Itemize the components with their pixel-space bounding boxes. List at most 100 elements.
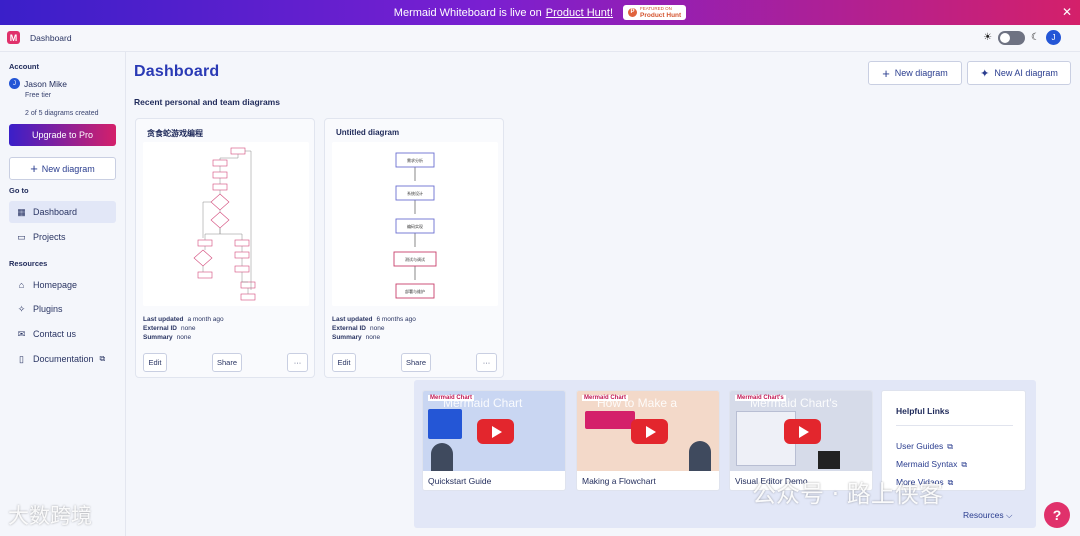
theme-switcher: ☀ ☾ J xyxy=(983,30,1061,45)
video-label: Quickstart Guide xyxy=(428,476,492,486)
sidebar-item-documentation[interactable]: ▯ Documentation ⧉ xyxy=(9,348,116,370)
usage-count: 2 of 5 diagrams created xyxy=(25,110,99,117)
help-button[interactable]: ? xyxy=(1044,502,1070,528)
play-button-icon[interactable] xyxy=(784,419,821,444)
meta-label: External ID xyxy=(332,325,366,332)
sidebar-item-homepage[interactable]: ⌂ Homepage xyxy=(9,274,116,296)
title-tag xyxy=(585,411,635,429)
link-label: Mermaid Syntax xyxy=(896,459,958,469)
edit-button[interactable]: Edit xyxy=(332,353,356,372)
last-updated-value: 6 months ago xyxy=(376,316,416,323)
user-avatar: J xyxy=(9,78,20,89)
sun-icon: ☀ xyxy=(983,32,993,43)
sidebar-item-contact[interactable]: ✉ Contact us xyxy=(9,323,116,345)
banner-text: Mermaid Whiteboard is live on xyxy=(393,6,542,19)
sparkle-icon: ✦ xyxy=(980,67,990,80)
close-icon[interactable]: ✕ xyxy=(1062,5,1072,19)
meta-label: Last updated xyxy=(332,316,373,323)
play-button-icon[interactable] xyxy=(477,419,514,444)
sidebar-item-plugins[interactable]: ✧ Plugins xyxy=(9,298,116,320)
top-bar: M Dashboard ☀ ☾ J xyxy=(0,25,1080,52)
resources-heading: Resources xyxy=(9,259,48,268)
video-overlay-title: How to Make a xyxy=(597,396,678,410)
plugin-icon: ✧ xyxy=(17,303,26,314)
summary-value: none xyxy=(176,334,192,341)
page-title: Dashboard xyxy=(134,63,220,80)
book-icon: ▯ xyxy=(19,353,24,364)
video-thumbnail: Mermaid Chart How to Make a xyxy=(577,391,719,471)
user-tier: Free tier xyxy=(25,92,52,99)
goto-heading: Go to xyxy=(9,186,29,195)
mail-icon: ✉ xyxy=(17,328,26,339)
link-label: User Guides xyxy=(896,441,944,451)
diagram-title: Untitled diagram xyxy=(336,128,400,137)
video-thumbnail: Mermaid Chart Mermaid Chart xyxy=(423,391,565,471)
flow-node-text: 系统设计 xyxy=(407,190,423,196)
theme-toggle[interactable] xyxy=(998,30,1026,45)
color-palette xyxy=(818,451,840,469)
diagram-card[interactable]: 贪食蛇游戏编程 Last updated a month ago Externa… xyxy=(135,118,315,378)
meta-label: Summary xyxy=(332,334,362,341)
flowchart-preview xyxy=(193,147,256,301)
avatar[interactable]: J xyxy=(1046,30,1061,45)
promo-banner: Mermaid Whiteboard is live on Product Hu… xyxy=(0,0,1080,25)
edit-button[interactable]: Edit xyxy=(143,353,167,372)
sidebar-item-label: Homepage xyxy=(33,280,78,290)
mermaid-syntax-link[interactable]: Mermaid Syntax ⧉ xyxy=(896,459,967,470)
diagram-card[interactable]: Untitled diagram 需求分析 系统设计 编码实现 测试与调试 部署… xyxy=(324,118,504,378)
presenter-image xyxy=(689,441,711,471)
video-overlay-title: Mermaid Chart xyxy=(443,396,523,410)
flow-node-text: 编码实现 xyxy=(407,223,423,229)
video-thumbnail: Mermaid Chart's Mermaid Chart's xyxy=(730,391,872,471)
watermark-text: 公众号 · 路上侠客 xyxy=(752,480,943,508)
share-button[interactable]: Share xyxy=(212,353,242,372)
video-card-quickstart[interactable]: Mermaid Chart Mermaid Chart Quickstart G… xyxy=(422,390,566,491)
more-options-button[interactable]: ··· xyxy=(287,353,308,372)
mermaid-logo-icon[interactable]: M xyxy=(7,31,20,44)
flow-node-text: 测试与调试 xyxy=(405,256,425,262)
meta-label: Summary xyxy=(143,334,173,341)
video-label: Making a Flowchart xyxy=(582,476,656,486)
sidebar-item-label: Contact us xyxy=(33,329,77,339)
upgrade-button[interactable]: Upgrade to Pro xyxy=(9,124,116,146)
diagram-thumbnail[interactable]: 需求分析 系统设计 编码实现 测试与调试 部署与维护 xyxy=(332,142,498,306)
external-link-icon: ⧉ xyxy=(947,478,954,487)
dashboard-icon: ▦ xyxy=(17,206,26,217)
video-overlay-title: Mermaid Chart's xyxy=(750,396,838,410)
video-card-flowchart[interactable]: Mermaid Chart How to Make a Making a Flo… xyxy=(576,390,720,491)
more-options-button[interactable]: ··· xyxy=(476,353,497,372)
quickstart-tag xyxy=(428,409,462,439)
product-hunt-link[interactable]: Product Hunt! xyxy=(546,7,613,19)
new-ai-diagram-button[interactable]: ✦ New AI diagram xyxy=(967,61,1071,85)
divider xyxy=(896,425,1013,426)
presenter-image xyxy=(431,443,453,471)
summary-value: none xyxy=(365,334,381,341)
diagram-title: 贪食蛇游戏编程 xyxy=(147,129,203,138)
sidebar-item-dashboard[interactable]: ▦ Dashboard xyxy=(9,201,116,223)
user-guides-link[interactable]: User Guides ⧉ xyxy=(896,441,953,452)
meta-label: Last updated xyxy=(143,316,184,323)
diagram-thumbnail[interactable] xyxy=(143,142,309,306)
sidebar-item-projects[interactable]: ▭ Projects xyxy=(9,226,116,248)
product-hunt-badge[interactable]: P FEATURED ON Product Hunt xyxy=(623,5,687,20)
flow-node-text: 需求分析 xyxy=(407,157,423,163)
home-icon: ⌂ xyxy=(18,280,25,290)
external-link-icon: ⧉ xyxy=(99,354,106,363)
user-name: Jason Mike xyxy=(24,78,67,89)
external-link-icon: ⧉ xyxy=(961,460,968,469)
external-link-icon: ⧉ xyxy=(947,442,953,451)
helpful-links-title: Helpful Links xyxy=(896,406,950,416)
new-diagram-label: New diagram xyxy=(894,68,948,78)
flow-node-text: 部署与维护 xyxy=(405,288,425,294)
resources-link[interactable]: Resources ⌵ xyxy=(963,510,1012,521)
share-button[interactable]: Share xyxy=(401,353,431,372)
sidebar-item-label: Documentation xyxy=(33,354,94,364)
sidebar-new-diagram-button[interactable]: + New diagram xyxy=(9,157,116,180)
play-button-icon[interactable] xyxy=(631,419,668,444)
plus-icon: + xyxy=(882,65,890,81)
sidebar-item-label: Projects xyxy=(33,232,66,242)
plus-icon: + xyxy=(30,161,38,176)
account-heading: Account xyxy=(9,62,39,71)
watermark-text: 大数跨境 xyxy=(8,504,92,528)
new-diagram-button[interactable]: + New diagram xyxy=(868,61,962,85)
